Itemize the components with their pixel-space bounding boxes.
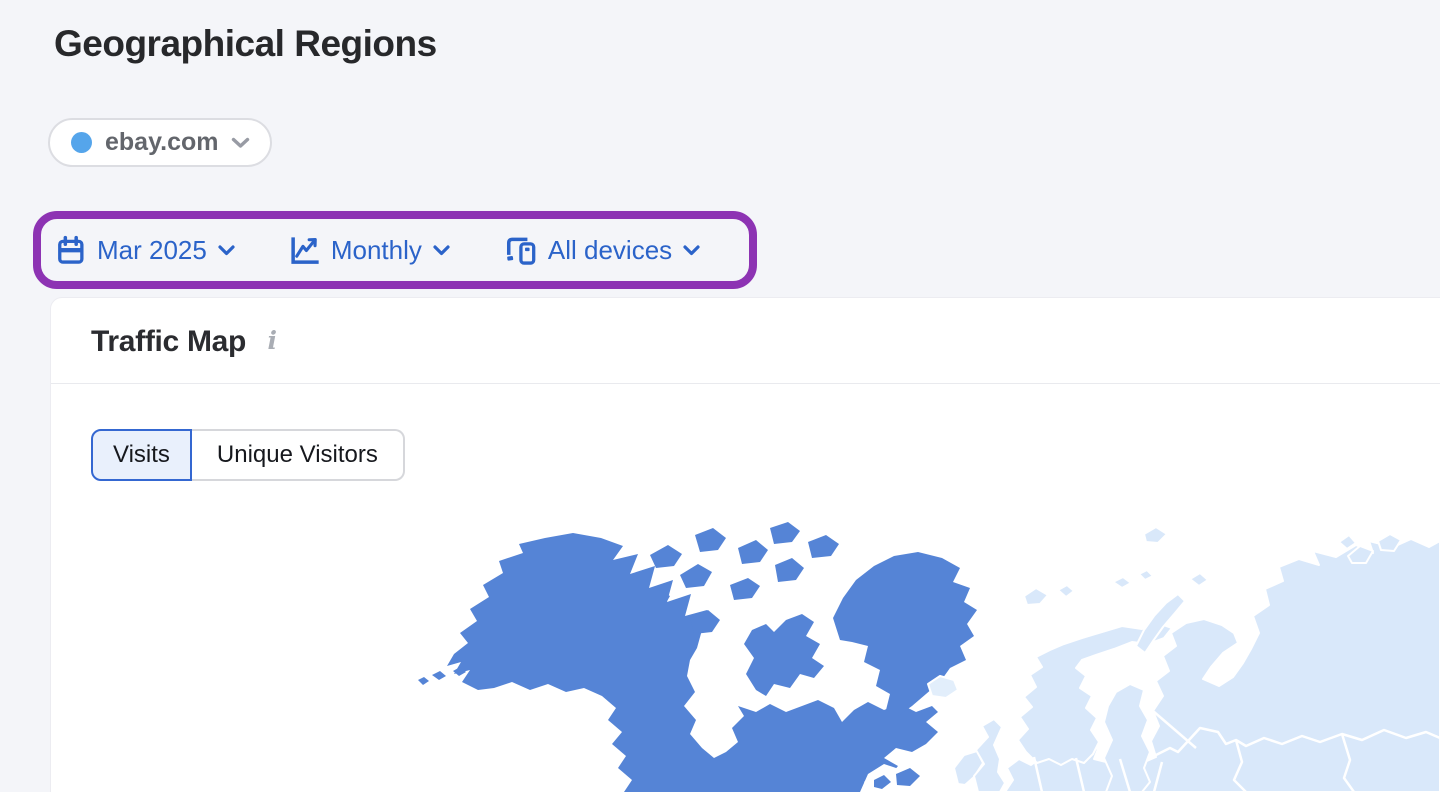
chevron-down-icon	[433, 245, 450, 256]
devices-filter[interactable]: All devices	[504, 235, 700, 266]
chevron-down-icon	[683, 245, 700, 256]
date-range-filter[interactable]: Mar 2025	[55, 235, 235, 266]
world-traffic-map[interactable]	[50, 500, 1440, 792]
calendar-icon	[55, 235, 86, 266]
devices-label: All devices	[548, 235, 672, 266]
domain-status-dot	[71, 132, 92, 153]
map-region-aleutian-islands	[418, 667, 466, 685]
line-chart-icon	[289, 235, 320, 266]
date-range-label: Mar 2025	[97, 235, 207, 266]
map-region-baffin-island[interactable]	[744, 614, 824, 696]
domain-selector[interactable]: ebay.com	[48, 118, 272, 167]
toggle-unique-visitors[interactable]: Unique Visitors	[192, 429, 405, 481]
map-region-finland[interactable]	[1104, 684, 1150, 792]
annotation-highlight-box: Mar 2025 Monthly All devices	[33, 211, 757, 289]
page-title: Geographical Regions	[54, 23, 437, 65]
metric-toggle: Visits Unique Visitors	[91, 429, 405, 481]
info-icon[interactable]: i	[268, 326, 278, 355]
devices-icon	[504, 235, 537, 266]
filter-toolbar: Mar 2025 Monthly All devices	[55, 235, 700, 266]
chevron-down-icon	[231, 137, 250, 149]
domain-label: ebay.com	[105, 128, 218, 157]
card-header: Traffic Map i	[51, 298, 1440, 384]
card-title: Traffic Map	[91, 325, 246, 358]
granularity-label: Monthly	[331, 235, 422, 266]
traffic-map-card: Traffic Map i Visits Unique Visitors	[50, 297, 1440, 792]
chevron-down-icon	[218, 245, 235, 256]
toggle-visits[interactable]: Visits	[91, 429, 192, 481]
map-region-great-britain[interactable]	[974, 719, 1005, 792]
granularity-filter[interactable]: Monthly	[289, 235, 450, 266]
map-region-arctic-islets	[1024, 527, 1208, 605]
